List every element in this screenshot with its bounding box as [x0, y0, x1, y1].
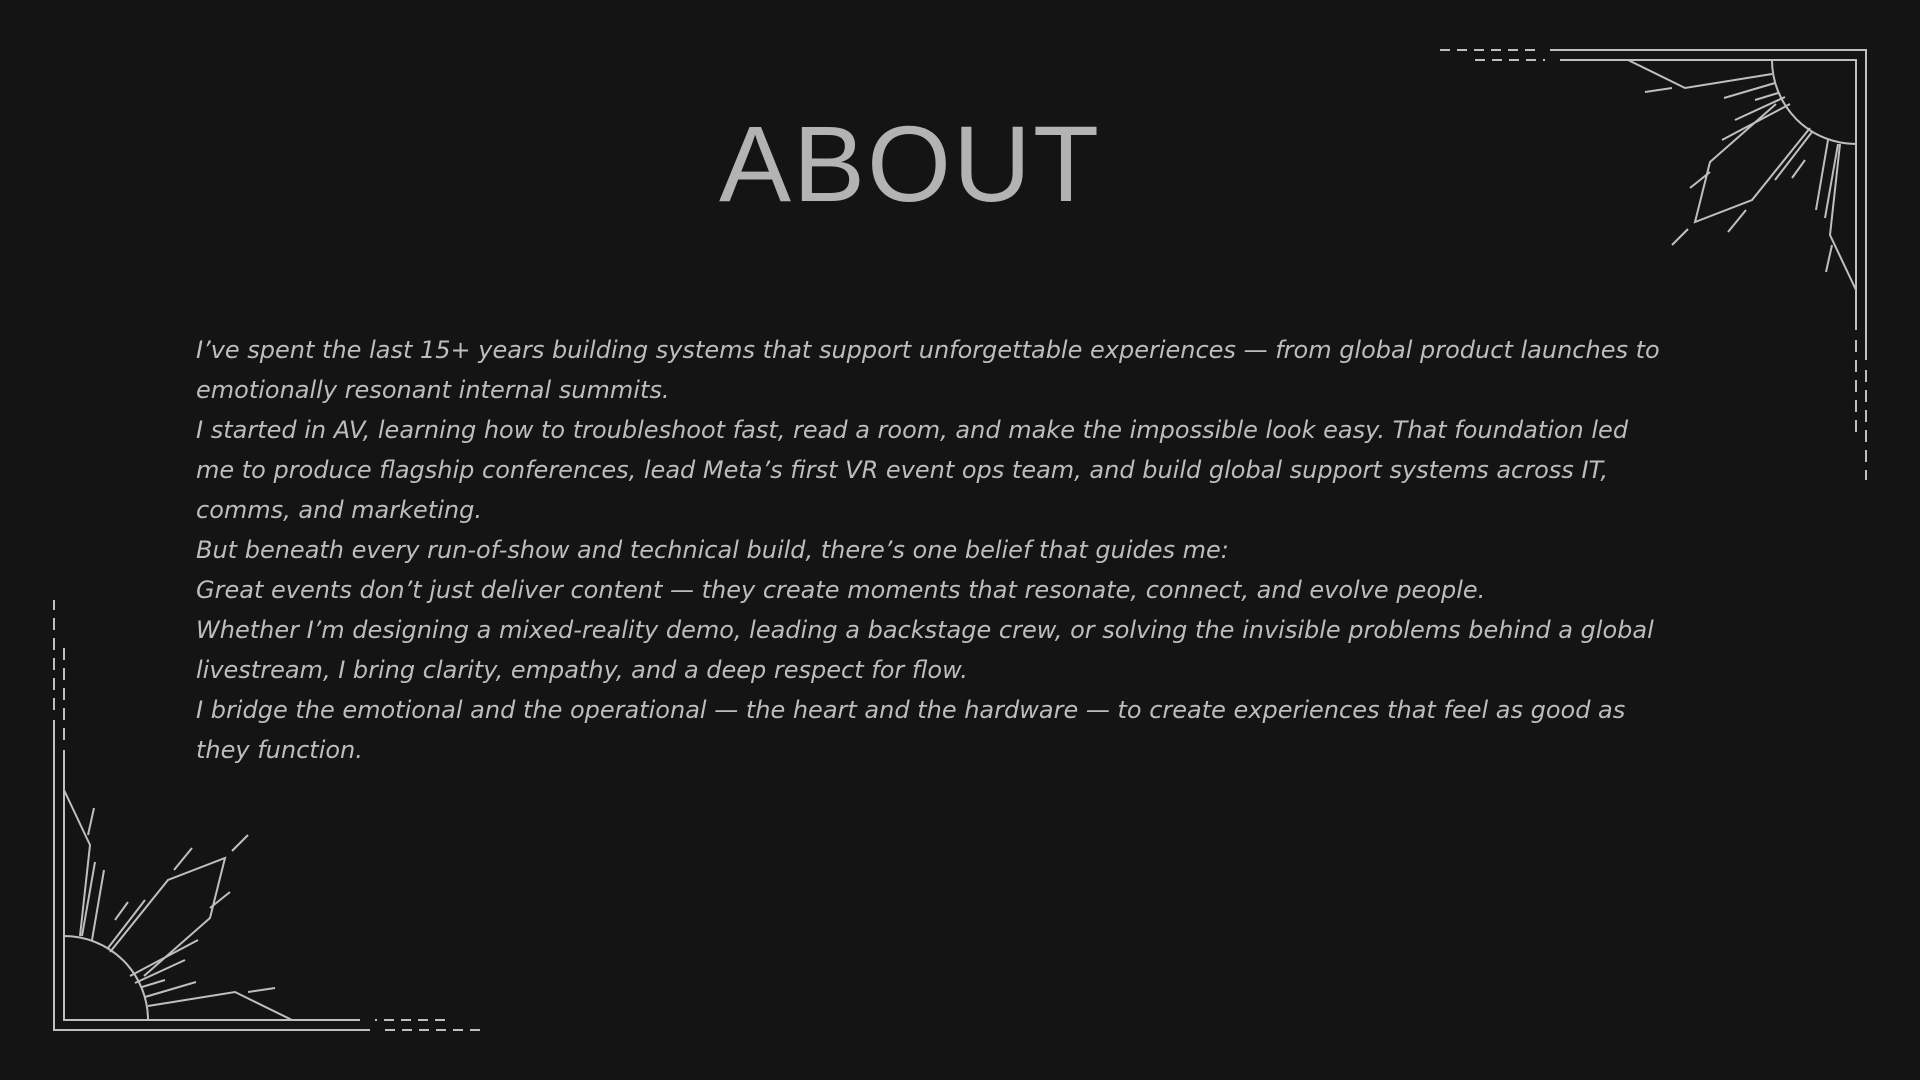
page-title: ABOUT: [718, 103, 1102, 224]
paragraph-2: I started in AV, learning how to trouble…: [196, 416, 1629, 524]
paragraph-6: I bridge the emotional and the operation…: [196, 696, 1626, 764]
about-slide: ABOUT I’ve spent the last 15+ years buil…: [0, 0, 1920, 1080]
paragraph-4: Great events don’t just deliver content …: [196, 576, 1486, 604]
about-body: I’ve spent the last 15+ years building s…: [196, 330, 1666, 770]
paragraph-3: But beneath every run-of-show and techni…: [196, 536, 1229, 564]
paragraph-1: I’ve spent the last 15+ years building s…: [196, 336, 1660, 404]
paragraph-5: Whether I’m designing a mixed-reality de…: [196, 616, 1654, 684]
